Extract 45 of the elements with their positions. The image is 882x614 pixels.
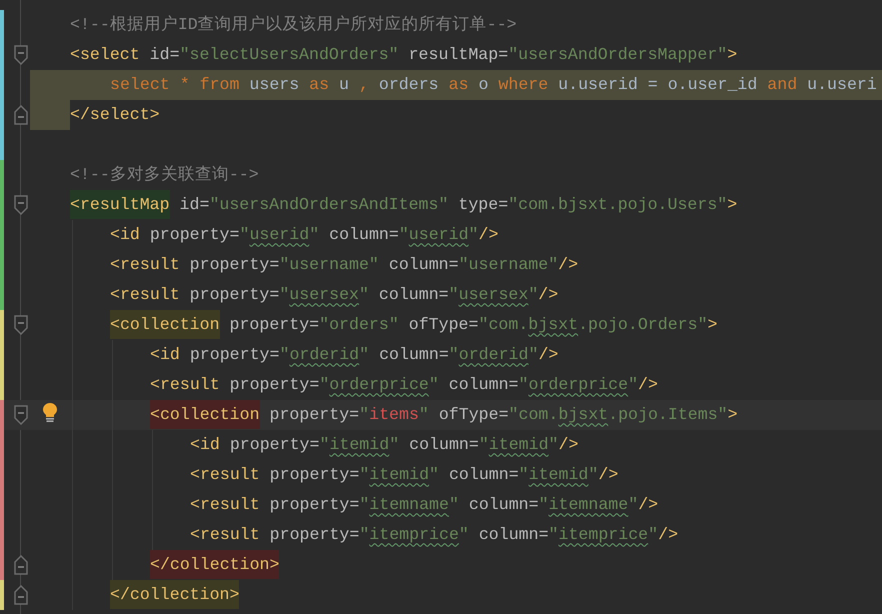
fold-icon[interactable] — [14, 45, 28, 65]
change-marker[interactable] — [0, 250, 4, 280]
code-line: <result property="username" column="username"/> — [110, 254, 578, 276]
change-marker[interactable] — [0, 370, 4, 400]
change-marker[interactable] — [0, 310, 4, 340]
change-marker[interactable] — [0, 490, 4, 520]
fold-icon[interactable] — [14, 555, 28, 575]
change-marker[interactable] — [0, 10, 4, 40]
code-comment: <!--多对多关联查询--> — [70, 164, 259, 186]
change-marker[interactable] — [0, 160, 4, 190]
fold-icon[interactable] — [14, 195, 28, 215]
change-marker[interactable] — [0, 400, 4, 430]
code-line: <result property="itemprice" column="itemprice"/> — [190, 524, 678, 546]
code-line: select * from users as u , orders as o where u.userid = o.user_id and u.useri — [110, 74, 877, 96]
fold-icon[interactable] — [14, 585, 28, 605]
change-marker[interactable] — [0, 70, 4, 100]
code-line: <result property="usersex" column="usersex"/> — [110, 284, 558, 306]
code-line: <result property="itemname" column="itemname"/> — [190, 494, 658, 516]
code-line: <select id="selectUsersAndOrders" resultMap="usersAndOrdersMapper"> — [70, 44, 738, 66]
code-comment: <!--根据用户ID查询用户以及该用户所对应的所有订单--> — [70, 14, 517, 36]
fold-icon[interactable] — [14, 105, 28, 125]
fold-icon[interactable] — [14, 405, 28, 425]
code-line: <result property="orderprice" column="orderprice"/> — [150, 374, 658, 396]
change-marker[interactable] — [0, 220, 4, 250]
change-marker[interactable] — [0, 520, 4, 550]
change-marker[interactable] — [0, 280, 4, 310]
change-marker[interactable] — [0, 100, 4, 130]
code-line: <id property="itemid" column="itemid"/> — [190, 434, 578, 456]
change-marker[interactable] — [0, 340, 4, 370]
change-marker[interactable] — [0, 550, 4, 580]
code-line: <id property="orderid" column="orderid"/> — [150, 344, 558, 366]
change-marker[interactable] — [0, 130, 4, 160]
change-marker[interactable] — [0, 40, 4, 70]
code-line: <resultMap id="usersAndOrdersAndItems" type="com.bjsxt.pojo.Users"> — [70, 192, 738, 218]
lightbulb-icon[interactable] — [42, 402, 58, 424]
code-line: <result property="itemid" column="itemid"/> — [190, 464, 618, 486]
change-marker[interactable] — [0, 190, 4, 220]
code-line: <collection property="items" ofType="com.bjsxt.pojo.Items"> — [150, 402, 738, 428]
change-marker[interactable] — [0, 580, 4, 610]
code-line: <id property="userid" column="userid"/> — [110, 224, 498, 246]
change-marker[interactable] — [0, 430, 4, 460]
code-line: </select> — [70, 104, 160, 126]
code-line: <collection property="orders" ofType="com.bjsxt.pojo.Orders"> — [110, 312, 718, 338]
fold-icon[interactable] — [14, 315, 28, 335]
change-marker[interactable] — [0, 460, 4, 490]
